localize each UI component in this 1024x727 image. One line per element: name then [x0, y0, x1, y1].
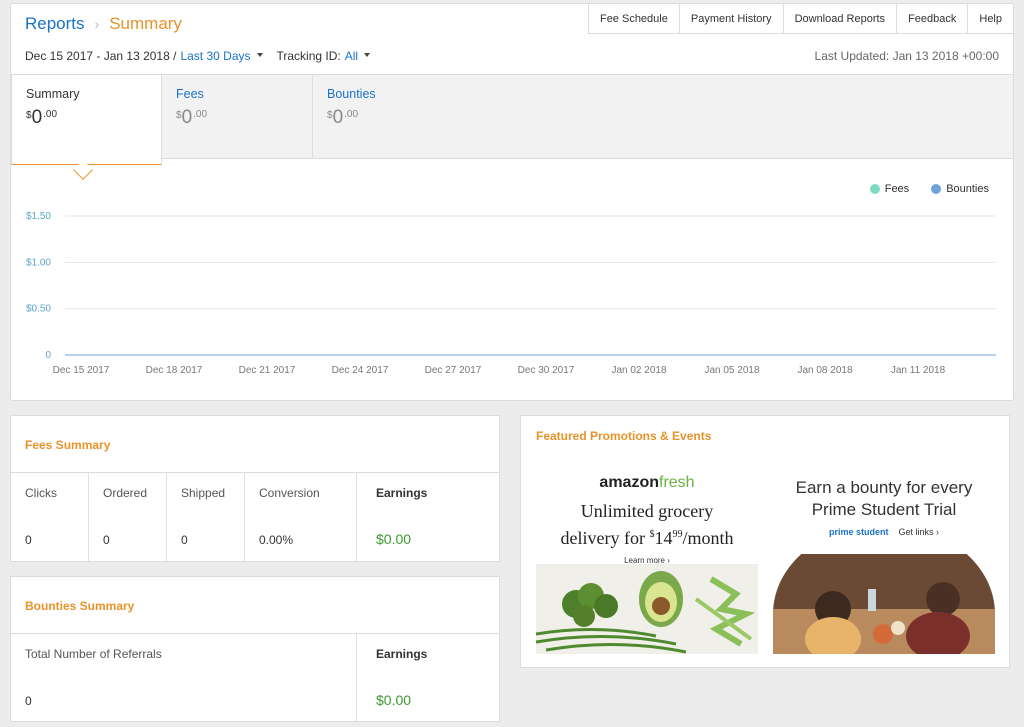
- x-tick-label: Jan 11 2018: [891, 365, 946, 376]
- fees-summary-title: Fees Summary: [11, 416, 499, 473]
- ordered-cell: Ordered 0: [89, 473, 167, 561]
- tab-label: Bounties: [327, 87, 376, 101]
- x-tick-label: Dec 24 2017: [332, 365, 389, 376]
- tab-fees[interactable]: Fees $0.00: [162, 75, 313, 159]
- x-tick-label: Jan 02 2018: [611, 365, 666, 376]
- period-dropdown[interactable]: Last 30 Days: [180, 49, 250, 63]
- students-image: [773, 554, 995, 654]
- x-tick-label: Dec 30 2017: [518, 365, 575, 376]
- student-headline: Earn a bounty for every Prime Student Tr…: [795, 478, 973, 519]
- caret-down-icon[interactable]: [256, 53, 263, 57]
- get-links-link[interactable]: Get links ›: [899, 527, 940, 537]
- legend-item-fees[interactable]: Fees: [869, 183, 909, 195]
- breadcrumb: Reports › Summary: [25, 14, 182, 34]
- y-tick-label: 0: [45, 350, 51, 361]
- caret-down-icon[interactable]: [364, 53, 371, 57]
- x-tick-label: Dec 21 2017: [239, 365, 296, 376]
- promotions-title: Featured Promotions & Events: [536, 429, 712, 443]
- vegetables-image: [536, 564, 758, 654]
- legend-item-bounties[interactable]: Bounties: [931, 183, 989, 195]
- bounties-summary-title: Bounties Summary: [11, 577, 499, 634]
- fee-schedule-link[interactable]: Fee Schedule: [587, 4, 679, 34]
- clicks-cell: Clicks 0: [11, 473, 89, 561]
- date-range: Dec 15 2017 - Jan 13 2018 /: [25, 49, 177, 63]
- x-tick-label: Dec 15 2017: [53, 365, 110, 376]
- prime-student-logo: prime student Get links ›: [828, 527, 940, 537]
- last-updated: Last Updated: Jan 13 2018 +00:00: [814, 49, 999, 63]
- y-tick-label: $1.50: [26, 211, 51, 222]
- tracking-dropdown[interactable]: All: [345, 49, 358, 63]
- breadcrumb-summary: Summary: [109, 14, 182, 33]
- breadcrumb-separator-icon: ›: [94, 16, 100, 32]
- download-reports-link[interactable]: Download Reports: [782, 4, 897, 34]
- summary-tabs: Summary $0.00 Fees $0.00 Bounties $0.00: [11, 74, 1013, 165]
- referrals-cell: Total Number of Referrals 0: [11, 634, 357, 721]
- promotions-panel: Featured Promotions & Events amazonfresh…: [520, 415, 1010, 668]
- legend-dot-icon: [931, 184, 942, 194]
- amazon-fresh-banner[interactable]: amazonfresh Unlimited grocery delivery f…: [536, 460, 758, 654]
- tab-amount: $0.00: [176, 107, 208, 128]
- conversion-cell: Conversion 0.00%: [245, 473, 357, 561]
- bounties-earnings-cell: Earnings $0.00: [376, 647, 428, 708]
- fees-earnings-cell: Earnings $0.00: [376, 486, 428, 547]
- y-tick-label: $1.00: [26, 257, 51, 268]
- x-tick-label: Dec 27 2017: [425, 365, 482, 376]
- feedback-link[interactable]: Feedback: [896, 4, 968, 34]
- tab-bounties[interactable]: Bounties $0.00: [313, 75, 464, 159]
- top-nav: Fee Schedule Payment History Download Re…: [587, 4, 1013, 34]
- tab-label: Fees: [176, 87, 204, 101]
- payment-history-link[interactable]: Payment History: [678, 4, 783, 34]
- tab-summary[interactable]: Summary $0.00: [11, 75, 162, 165]
- x-tick-label: Jan 05 2018: [704, 365, 759, 376]
- fees-summary-panel: Fees Summary Clicks 0 Ordered 0 Shipped 0 C…: [10, 415, 500, 562]
- fees-summary-table: Clicks 0 Ordered 0 Shipped 0 Conversion 0.00…: [11, 473, 499, 561]
- tab-amount: $0.00: [26, 107, 58, 128]
- fresh-headline: Unlimited grocery delivery for $1499/mon…: [560, 501, 734, 548]
- prime-student-banner[interactable]: Earn a bounty for every Prime Student Tr…: [773, 460, 995, 654]
- help-link[interactable]: Help: [967, 4, 1013, 34]
- y-tick-label: $0.50: [26, 304, 51, 315]
- amazon-fresh-logo: amazonfresh: [599, 474, 695, 491]
- shipped-cell: Shipped 0: [167, 473, 245, 561]
- earnings-chart: 0 $0.50 $1.00 $1.50 Dec 15 2017 Dec 18 2017 De…: [26, 211, 996, 376]
- filter-bar: Dec 15 2017 - Jan 13 2018 / Last 30 Days…: [25, 49, 384, 63]
- tracking-label: Tracking ID:: [276, 49, 341, 63]
- tab-amount: $0.00: [327, 107, 359, 128]
- breadcrumb-reports-link[interactable]: Reports: [25, 14, 85, 34]
- tab-label: Summary: [26, 87, 80, 101]
- bounties-summary-table: Total Number of Referrals 0 Earnings $0.00: [11, 634, 499, 721]
- bounties-summary-panel: Bounties Summary Total Number of Referra…: [10, 576, 500, 722]
- legend-dot-icon: [869, 184, 880, 194]
- reports-panel: Reports › Summary Fee Schedule Payment H…: [10, 3, 1014, 401]
- x-tick-label: Dec 18 2017: [146, 365, 203, 376]
- x-tick-label: Jan 08 2018: [797, 365, 852, 376]
- chart-legend: Fees Bounties: [848, 183, 989, 195]
